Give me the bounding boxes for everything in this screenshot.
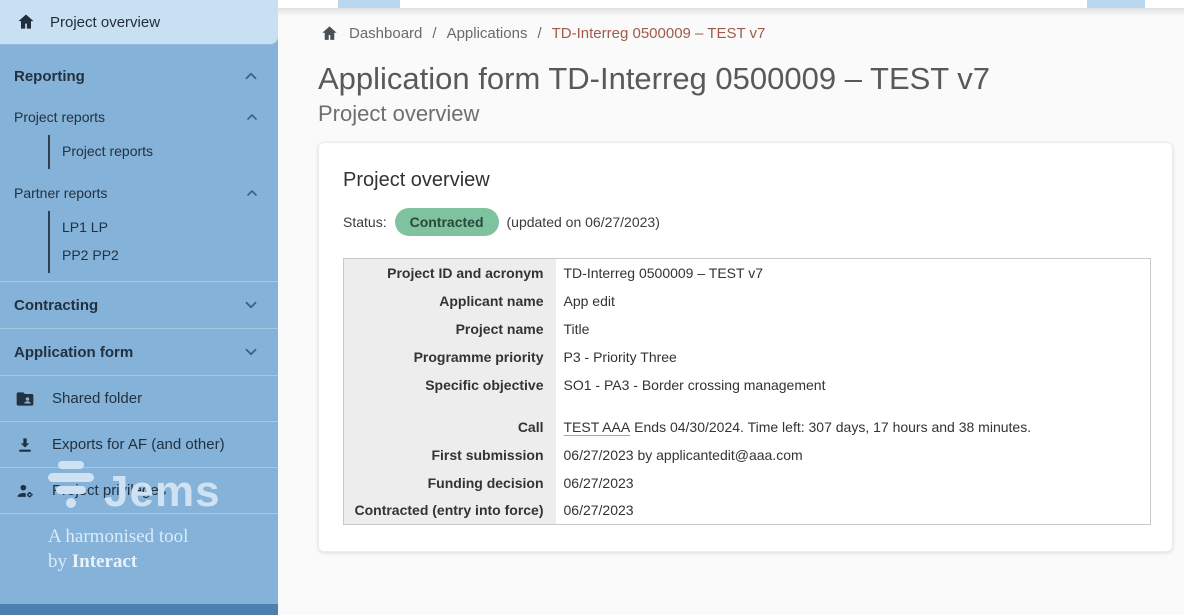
row-label: Project name <box>344 315 556 343</box>
status-label: Status: <box>343 214 387 230</box>
sidebar-item-lp1-lp[interactable]: LP1 LP <box>62 213 278 241</box>
table-row: Contracted (entry into force) 06/27/2023 <box>344 497 1151 525</box>
sidebar-nav: Reporting Project reports Project report… <box>0 45 278 514</box>
sidebar-section-application-form[interactable]: Application form <box>0 329 278 375</box>
chevron-up-icon <box>244 185 260 201</box>
top-shadow <box>278 8 1184 16</box>
row-value: TD-Interreg 0500009 – TEST v7 <box>556 259 1151 287</box>
row-value: SO1 - PA3 - Border crossing management <box>556 371 1151 399</box>
project-overview-table: Project ID and acronym TD-Interreg 05000… <box>343 258 1151 525</box>
top-strip-highlight <box>1087 0 1145 8</box>
status-badge: Contracted <box>395 208 499 236</box>
table-spacer-row <box>344 399 1151 413</box>
row-value: App edit <box>556 287 1151 315</box>
jems-logo-mark-icon <box>48 461 94 512</box>
partner-reports-subgroup: LP1 LP PP2 PP2 <box>48 211 278 273</box>
row-value: P3 - Priority Three <box>556 343 1151 371</box>
sidebar-item-pp2-pp2[interactable]: PP2 PP2 <box>62 241 278 269</box>
sidebar-item-project-overview[interactable]: Project overview <box>0 0 278 45</box>
breadcrumb-dashboard[interactable]: Dashboard <box>349 25 422 42</box>
jems-tagline: A harmonised tool by Interact <box>48 524 221 575</box>
main-content: Dashboard / Applications / TD-Interreg 0… <box>278 0 1184 615</box>
chevron-up-icon <box>242 67 260 85</box>
sidebar-section-project-reports[interactable]: Project reports <box>0 99 278 135</box>
sidebar-item-label: Project overview <box>50 14 160 31</box>
row-label: Funding decision <box>344 469 556 497</box>
sidebar-item-shared-folder[interactable]: Shared folder <box>0 376 278 421</box>
table-row: First submission 06/27/2023 by applicant… <box>344 441 1151 469</box>
row-value: 06/27/2023 <box>556 497 1151 525</box>
breadcrumb-current: TD-Interreg 0500009 – TEST v7 <box>552 25 766 42</box>
sidebar: Project overview Reporting Project repor… <box>0 0 278 615</box>
sidebar-section-reporting[interactable]: Reporting <box>0 53 278 99</box>
row-label: Specific objective <box>344 371 556 399</box>
row-label: Call <box>344 413 556 441</box>
table-row: Project name Title <box>344 315 1151 343</box>
status-updated-note: (updated on 06/27/2023) <box>507 214 660 230</box>
table-row: Applicant name App edit <box>344 287 1151 315</box>
row-value: 06/27/2023 by applicantedit@aaa.com <box>556 441 1151 469</box>
breadcrumb-applications[interactable]: Applications <box>447 25 528 42</box>
status-row: Status: Contracted (updated on 06/27/202… <box>343 208 1148 236</box>
home-icon <box>16 12 36 32</box>
jems-brand-name: Jems <box>104 472 221 512</box>
page-title: Application form TD-Interreg 0500009 – T… <box>278 43 1184 97</box>
table-row: Funding decision 06/27/2023 <box>344 469 1151 497</box>
table-row: Project ID and acronym TD-Interreg 05000… <box>344 259 1151 287</box>
chevron-down-icon <box>242 296 260 314</box>
folder-shared-icon <box>14 389 36 409</box>
table-row: Programme priority P3 - Priority Three <box>344 343 1151 371</box>
row-label: Programme priority <box>344 343 556 371</box>
project-overview-card: Project overview Status: Contracted (upd… <box>318 142 1173 552</box>
page-subtitle: Project overview <box>278 97 1184 127</box>
sidebar-bottom-strip <box>0 604 278 615</box>
download-icon <box>14 435 36 455</box>
home-icon[interactable] <box>320 24 339 43</box>
row-value: 06/27/2023 <box>556 469 1151 497</box>
breadcrumb-separator: / <box>432 25 436 42</box>
jems-logo: Jems A harmonised tool by Interact <box>48 461 221 575</box>
row-value: Title <box>556 315 1151 343</box>
sidebar-item-project-reports[interactable]: Project reports <box>62 137 278 165</box>
app-window: Project overview Reporting Project repor… <box>0 0 1184 615</box>
chevron-down-icon <box>242 343 260 361</box>
manage-accounts-icon <box>14 481 36 501</box>
chevron-up-icon <box>244 109 260 125</box>
card-title: Project overview <box>343 169 1148 192</box>
call-link[interactable]: TEST AAA <box>564 419 631 435</box>
row-label: First submission <box>344 441 556 469</box>
top-strip <box>278 0 1184 8</box>
table-row: Call TEST AAAEnds 04/30/2024. Time left:… <box>344 413 1151 441</box>
breadcrumb: Dashboard / Applications / TD-Interreg 0… <box>278 16 1184 43</box>
top-strip-highlight <box>338 0 400 8</box>
sidebar-section-partner-reports[interactable]: Partner reports <box>0 175 278 211</box>
row-label: Contracted (entry into force) <box>344 497 556 525</box>
row-label: Project ID and acronym <box>344 259 556 287</box>
table-row: Specific objective SO1 - PA3 - Border cr… <box>344 371 1151 399</box>
sidebar-section-contracting[interactable]: Contracting <box>0 282 278 328</box>
project-reports-subgroup: Project reports <box>48 135 278 169</box>
breadcrumb-separator: / <box>537 25 541 42</box>
row-label: Applicant name <box>344 287 556 315</box>
row-value: TEST AAAEnds 04/30/2024. Time left: 307 … <box>556 413 1151 441</box>
